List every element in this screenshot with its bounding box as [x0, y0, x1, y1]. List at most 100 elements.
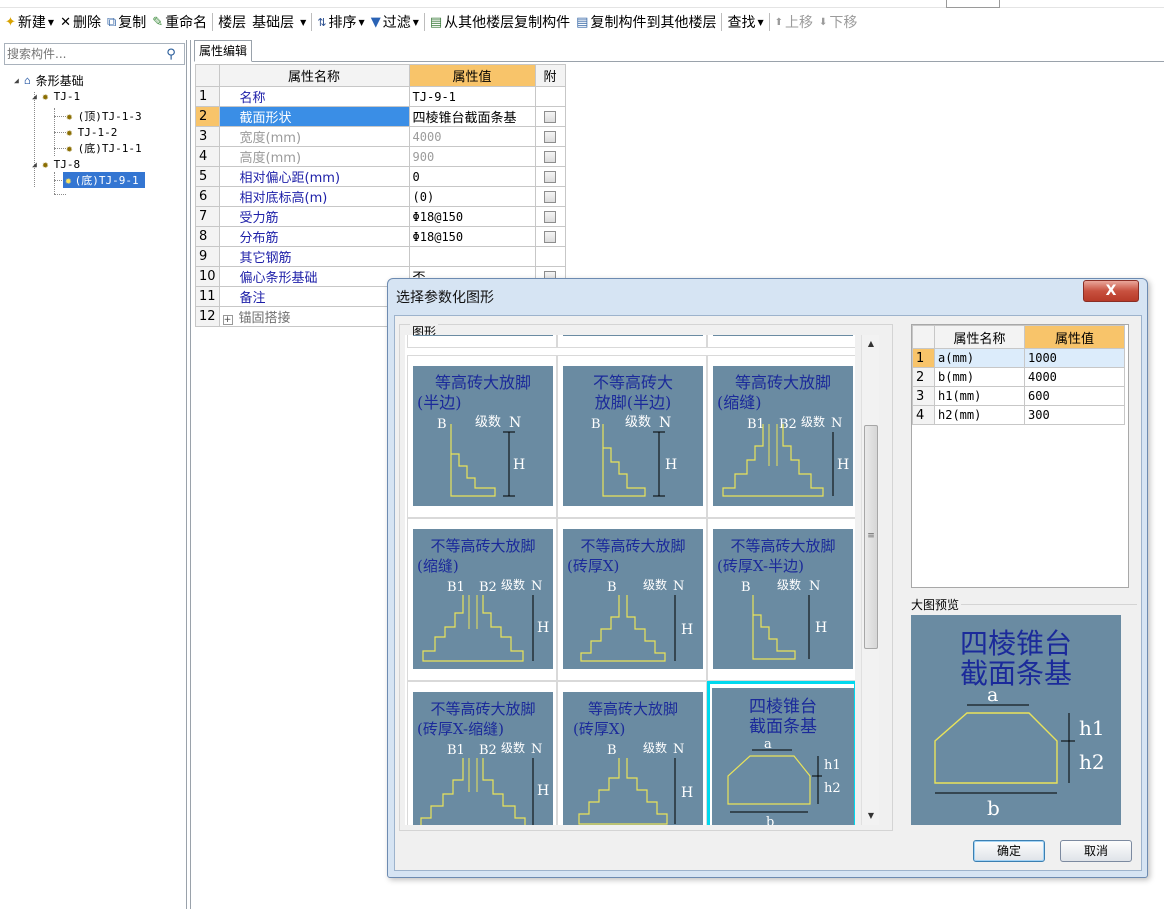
shape-tile[interactable]: 不等高砖大放脚 (砖厚X-缩缝) B1 B2 级数 N H: [407, 681, 557, 825]
floor-select[interactable]: 基础层 ▼: [249, 10, 309, 34]
delete-button[interactable]: ✕ 删除: [57, 10, 104, 34]
tree-node-label: 条形基础: [35, 73, 84, 88]
tree-item[interactable]: ✹ TJ-1-2: [66, 124, 119, 140]
property-tab-strip: 属性编辑: [194, 40, 1164, 62]
table-row[interactable]: 6 相对底标高(m) (0): [195, 186, 566, 207]
dialog-title: 选择参数化图形: [396, 290, 494, 306]
svg-text:不等高砖大放脚: 不等高砖大放脚: [430, 700, 535, 718]
panel-splitter[interactable]: [190, 40, 192, 909]
svg-text:(缩缝): (缩缝): [417, 557, 459, 575]
scrollbar-thumb[interactable]: ≡: [864, 425, 878, 649]
attach-checkbox[interactable]: [544, 110, 557, 123]
table-row[interactable]: 7 受力筋 Φ18@150: [195, 206, 566, 227]
copy-button[interactable]: ⧉ 复制: [104, 10, 149, 34]
close-button[interactable]: X: [1083, 280, 1139, 302]
move-up-button[interactable]: ⬆ 上移: [772, 10, 816, 34]
search-input[interactable]: [5, 45, 160, 63]
brick-footing-joint-drawing: 等高砖大放脚 (缩缝) B1 B2 级数 N H: [717, 373, 849, 497]
svg-text:级数: 级数: [643, 577, 667, 592]
shape-tile[interactable]: 等高砖大放脚 (缩缝) B1 B2 级数 N H: [707, 355, 855, 518]
toolbar: ✦ 新建 ▼ ✕ 删除 ⧉ 复制 ✎ 重命名 楼层 基础层 ▼ ⇅ 排序 ▼ ▼ 过滤 ▼ ▤ 从其他…: [0, 8, 1164, 36]
tree-item[interactable]: ✹ (顶)TJ-1-3: [66, 108, 144, 124]
attach-checkbox[interactable]: [544, 190, 557, 203]
shape-tile[interactable]: 不等高砖大放脚 (砖厚X-半边) B 级数 N H: [707, 518, 855, 681]
copy-to-floor-button[interactable]: ▤ 复制构件到其他楼层: [573, 10, 719, 34]
shape-tile[interactable]: [407, 335, 557, 348]
gallery-scrollbar[interactable]: ▲ ≡ ▼: [861, 335, 879, 825]
table-row[interactable]: 9 其它钢筋: [195, 246, 566, 267]
table-row[interactable]: 3 宽度(mm) 4000: [195, 126, 566, 147]
table-row[interactable]: 5 相对偏心距(mm) 0: [195, 166, 566, 187]
find-button[interactable]: 查找 ▼: [724, 10, 766, 34]
search-box: ⚲: [4, 43, 185, 65]
shape-thumbnail: 等高砖大放脚 (缩缝) B1 B2 级数 N H: [713, 366, 853, 506]
attach-checkbox[interactable]: [544, 230, 557, 243]
shape-tile-selected[interactable]: 四棱锥台 截面条基 a h1 h2 b: [707, 681, 855, 825]
tree-group-tj8[interactable]: ◢ ✹ TJ-8: [32, 156, 82, 172]
shape-thumbnail: [713, 335, 853, 336]
arrow-up-icon: ⬆: [774, 16, 783, 28]
toolbar-separator: [768, 13, 770, 31]
table-row-selected[interactable]: 1 a(mm) 1000: [912, 348, 1125, 368]
strip-foundation-icon: ⌂: [24, 73, 31, 87]
search-icon[interactable]: ⚲: [160, 47, 182, 62]
svg-text:不等高砖大放脚: 不等高砖大放脚: [730, 537, 835, 555]
collapse-icon[interactable]: ◢: [32, 92, 42, 101]
table-row[interactable]: 3 h1(mm) 600: [912, 386, 1125, 406]
ok-button[interactable]: 确定: [973, 840, 1045, 862]
move-down-button[interactable]: ⬇ 下移: [816, 10, 860, 34]
scroll-up-icon[interactable]: ▲: [862, 335, 880, 353]
tree-root-strip-foundation[interactable]: ◢ ⌂ 条形基础: [14, 72, 86, 88]
shape-tile[interactable]: 等高砖大放脚 (砖厚X) B 级数 N H: [557, 681, 707, 825]
new-button[interactable]: ✦ 新建 ▼: [2, 10, 57, 34]
table-row[interactable]: 4 高度(mm) 900: [195, 146, 566, 167]
floor-label: 楼层: [218, 15, 247, 31]
chevron-down-icon: ▼: [300, 17, 307, 27]
shape-thumbnail: 不等高砖大 放脚(半边) B 级数 N H: [563, 366, 703, 506]
component-panel: ⚲ ◢ ⌂ 条形基础 ◢ ✹ TJ-1 ✹ (顶)TJ-1-3 ✹ TJ-1-2…: [0, 40, 187, 909]
shape-tile[interactable]: [707, 335, 855, 348]
attach-checkbox[interactable]: [544, 210, 557, 223]
component-gear-icon: ✹: [42, 157, 49, 171]
table-row[interactable]: 4 h2(mm) 300: [912, 405, 1125, 425]
grid-corner: [912, 325, 935, 349]
collapse-icon[interactable]: ◢: [32, 160, 42, 169]
table-row[interactable]: 2 b(mm) 4000: [912, 367, 1125, 387]
svg-text:B2: B2: [479, 743, 497, 758]
svg-text:级数: 级数: [643, 740, 667, 755]
shape-tile[interactable]: 不等高砖大放脚 (缩缝) B1 B2 级数 N H: [407, 518, 557, 681]
brick-footing-equal-thickness-drawing: 等高砖大放脚 (砖厚X) B 级数 N H: [573, 700, 693, 825]
shape-tile[interactable]: 不等高砖大放脚 (砖厚X) B 级数 N H: [557, 518, 707, 681]
expand-icon[interactable]: +: [222, 315, 233, 325]
table-row[interactable]: 1 名称 TJ-9-1: [195, 86, 566, 107]
table-row-selected[interactable]: 2 截面形状 四棱锥台截面条基: [195, 106, 566, 127]
filter-button[interactable]: ▼ 过滤 ▼: [368, 10, 422, 34]
svg-text:B1: B1: [447, 743, 465, 758]
header-property-value: 属性值: [1024, 325, 1125, 349]
tree-node-label: (顶)TJ-1-3: [77, 110, 142, 123]
shape-thumbnail: [563, 335, 703, 336]
grid-header-row: 属性名称 属性值 附: [195, 64, 566, 87]
shape-tile[interactable]: 等高砖大放脚 (半边) B 级数 N H: [407, 355, 557, 518]
tab-property-edit[interactable]: 属性编辑: [194, 40, 253, 62]
collapse-icon[interactable]: ◢: [14, 76, 24, 85]
tree-group-tj1[interactable]: ◢ ✹ TJ-1: [32, 88, 82, 104]
shape-tile[interactable]: [557, 335, 707, 348]
attach-checkbox[interactable]: [544, 130, 557, 143]
attach-checkbox[interactable]: [544, 170, 557, 183]
rename-button[interactable]: ✎ 重命名: [149, 10, 210, 34]
svg-text:a: a: [987, 684, 998, 706]
sort-button[interactable]: ⇅ 排序 ▼: [314, 10, 367, 34]
copy-from-floor-button[interactable]: ▤ 从其他楼层复制构件: [427, 10, 573, 34]
svg-text:等高砖大放脚: 等高砖大放脚: [588, 700, 678, 718]
scroll-down-icon[interactable]: ▼: [862, 807, 880, 825]
cancel-button[interactable]: 取消: [1060, 840, 1132, 862]
brick-footing-thickness-drawing: 不等高砖大放脚 (砖厚X) B 级数 N H: [567, 537, 693, 662]
shape-thumbnail: 等高砖大放脚 (砖厚X) B 级数 N H: [563, 692, 703, 825]
table-row[interactable]: 8 分布筋 Φ18@150: [195, 226, 566, 247]
tree-line: [54, 194, 66, 195]
shape-tile[interactable]: 不等高砖大 放脚(半边) B 级数 N H: [557, 355, 707, 518]
tree-item[interactable]: ✹ (底)TJ-1-1: [66, 140, 144, 156]
tree-item-selected[interactable]: ✹ (底)TJ-9-1: [63, 172, 145, 188]
attach-checkbox[interactable]: [544, 150, 557, 163]
